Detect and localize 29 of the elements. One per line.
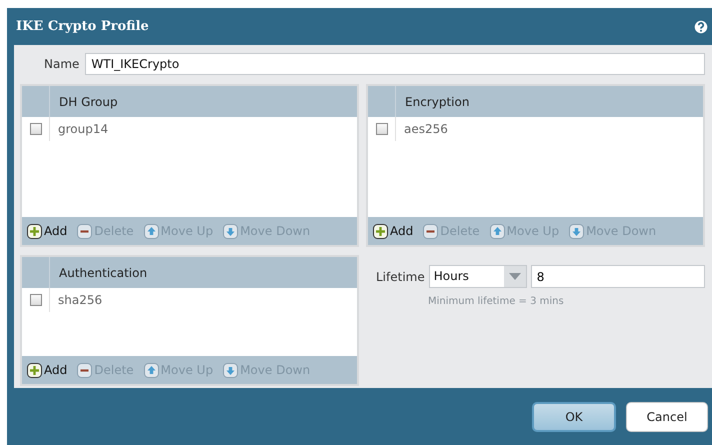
hint-text: Minimum lifetime = 3 mins xyxy=(428,296,565,307)
ok-button[interactable]: OK xyxy=(532,402,616,432)
toolbar-button[interactable]: Add xyxy=(27,224,68,238)
plus-icon xyxy=(373,224,388,238)
cancel-button[interactable]: Cancel xyxy=(626,402,708,432)
column-header: Encryption xyxy=(404,94,470,111)
caret-icon xyxy=(508,273,521,280)
name-label: Name xyxy=(44,57,80,71)
table-cell-text: sha256 xyxy=(57,293,102,307)
unit-dropdown[interactable]: Hours xyxy=(428,265,527,288)
lifetime-label: Lifetime xyxy=(376,270,425,284)
minus-icon xyxy=(423,224,438,238)
window-title: IKE Crypto Profile xyxy=(16,19,149,34)
plus-icon xyxy=(27,224,42,238)
lifetime-field[interactable]: 8 xyxy=(530,265,705,288)
toolbar-button[interactable]: Add xyxy=(373,224,414,238)
minus-icon xyxy=(77,224,92,238)
name-field[interactable]: WTI_IKECrypto xyxy=(85,53,705,75)
column-header: DH Group xyxy=(58,94,118,111)
column-header: Authentication xyxy=(58,265,148,282)
checkbox[interactable] xyxy=(30,123,42,135)
table-cell-text: group14 xyxy=(57,122,108,136)
help-icon[interactable] xyxy=(693,18,709,34)
table-cell-text: aes256 xyxy=(403,122,448,136)
checkbox[interactable] xyxy=(376,123,388,135)
plus-icon xyxy=(27,362,42,378)
minus-icon xyxy=(77,362,92,378)
checkbox[interactable] xyxy=(30,294,42,306)
toolbar-button[interactable]: Add xyxy=(27,362,68,378)
